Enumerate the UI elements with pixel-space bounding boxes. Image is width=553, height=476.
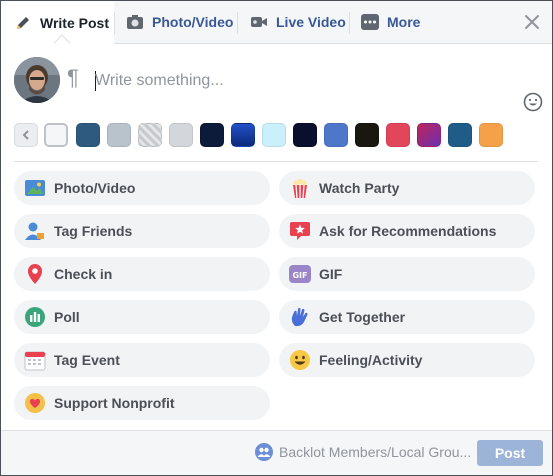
tab-write-post-label: Write Post [40, 14, 109, 31]
calendar-icon [24, 349, 46, 371]
swatch-background[interactable] [200, 123, 224, 147]
popcorn-icon [289, 177, 311, 199]
action-feeling-activity[interactable]: Feeling/Activity [279, 343, 535, 377]
swatch-background[interactable] [386, 123, 410, 147]
close-icon[interactable] [522, 12, 542, 32]
swatch-background[interactable] [138, 123, 162, 147]
action-label: Support Nonprofit [54, 395, 175, 411]
smiley-face-icon [289, 349, 311, 371]
location-pin-icon [24, 263, 46, 285]
poll-icon [24, 306, 46, 328]
group-icon [255, 443, 273, 461]
action-label: Ask for Recommendations [319, 223, 497, 239]
post-button[interactable]: Post [477, 440, 543, 466]
swatch-background[interactable] [417, 123, 441, 147]
action-label: GIF [319, 266, 343, 282]
action-gif[interactable]: GIF GIF [279, 257, 535, 291]
tab-separator [349, 12, 350, 34]
tab-photo-video-label: Photo/Video [152, 14, 234, 30]
smiley-icon[interactable] [523, 92, 545, 114]
action-label: Photo/Video [54, 180, 136, 196]
swatch-background[interactable] [169, 123, 193, 147]
action-support-nonprofit[interactable]: Support Nonprofit [14, 386, 270, 420]
video-camera-icon [249, 12, 269, 32]
swatch-background[interactable] [479, 123, 503, 147]
waving-hand-icon [289, 306, 311, 328]
tab-separator [114, 12, 115, 34]
swatch-background[interactable] [107, 123, 131, 147]
camera-icon [125, 12, 145, 32]
action-label: Poll [54, 309, 80, 325]
action-label: Check in [54, 266, 113, 282]
tag-friends-icon [24, 220, 46, 242]
action-tag-event[interactable]: Tag Event [14, 343, 270, 377]
post-type-tabbar: Write Post Photo/Video Live Video More [1, 1, 552, 44]
action-photo-video[interactable]: Photo/Video [14, 171, 270, 205]
action-label: Get Together [319, 309, 406, 325]
swatch-background[interactable] [262, 123, 286, 147]
audience-selector[interactable]: Backlot Members/Local Grou... [255, 443, 471, 461]
action-label: Watch Party [319, 180, 400, 196]
action-label: Tag Friends [54, 223, 133, 239]
swatch-background[interactable] [231, 123, 255, 147]
swatch-background[interactable] [76, 123, 100, 147]
action-label: Tag Event [54, 352, 120, 368]
tab-separator [237, 12, 238, 34]
gif-icon: GIF [289, 263, 311, 285]
action-get-together[interactable]: Get Together [279, 300, 535, 334]
ellipsis-icon [360, 12, 380, 32]
action-watch-party[interactable]: Watch Party [279, 171, 535, 205]
action-label: Feeling/Activity [319, 352, 423, 368]
tab-live-video-label: Live Video [276, 14, 346, 30]
tab-more-label: More [387, 14, 421, 30]
swatch-background[interactable] [324, 123, 348, 147]
action-tag-friends[interactable]: Tag Friends [14, 214, 270, 248]
swatch-background[interactable] [448, 123, 472, 147]
audience-label: Backlot Members/Local Grou... [279, 444, 472, 460]
pencil-icon [13, 13, 33, 33]
tab-live-video[interactable]: Live Video [249, 1, 346, 43]
swatch-plain[interactable] [44, 123, 68, 147]
tab-photo-video[interactable]: Photo/Video [125, 1, 233, 43]
action-check-in[interactable]: Check in [14, 257, 270, 291]
star-pin-icon [289, 220, 311, 242]
divider [14, 161, 538, 162]
avatar[interactable] [14, 57, 60, 103]
swatch-background[interactable] [293, 123, 317, 147]
action-poll[interactable]: Poll [14, 300, 270, 334]
pilcrow-icon: ¶ [67, 65, 79, 90]
composer-footer: Backlot Members/Local Grou... Post [1, 430, 552, 475]
action-ask-recommendations[interactable]: Ask for Recommendations [279, 214, 535, 248]
photo-icon [24, 177, 46, 199]
heart-hand-icon [24, 392, 46, 414]
svg-text:GIF: GIF [292, 271, 307, 280]
swatch-back-button[interactable] [14, 123, 38, 147]
tab-more[interactable]: More [360, 1, 420, 43]
post-text-input[interactable] [95, 69, 495, 93]
create-post-dialog: Write Post Photo/Video Live Video More ¶… [0, 0, 553, 476]
swatch-background[interactable] [355, 123, 379, 147]
